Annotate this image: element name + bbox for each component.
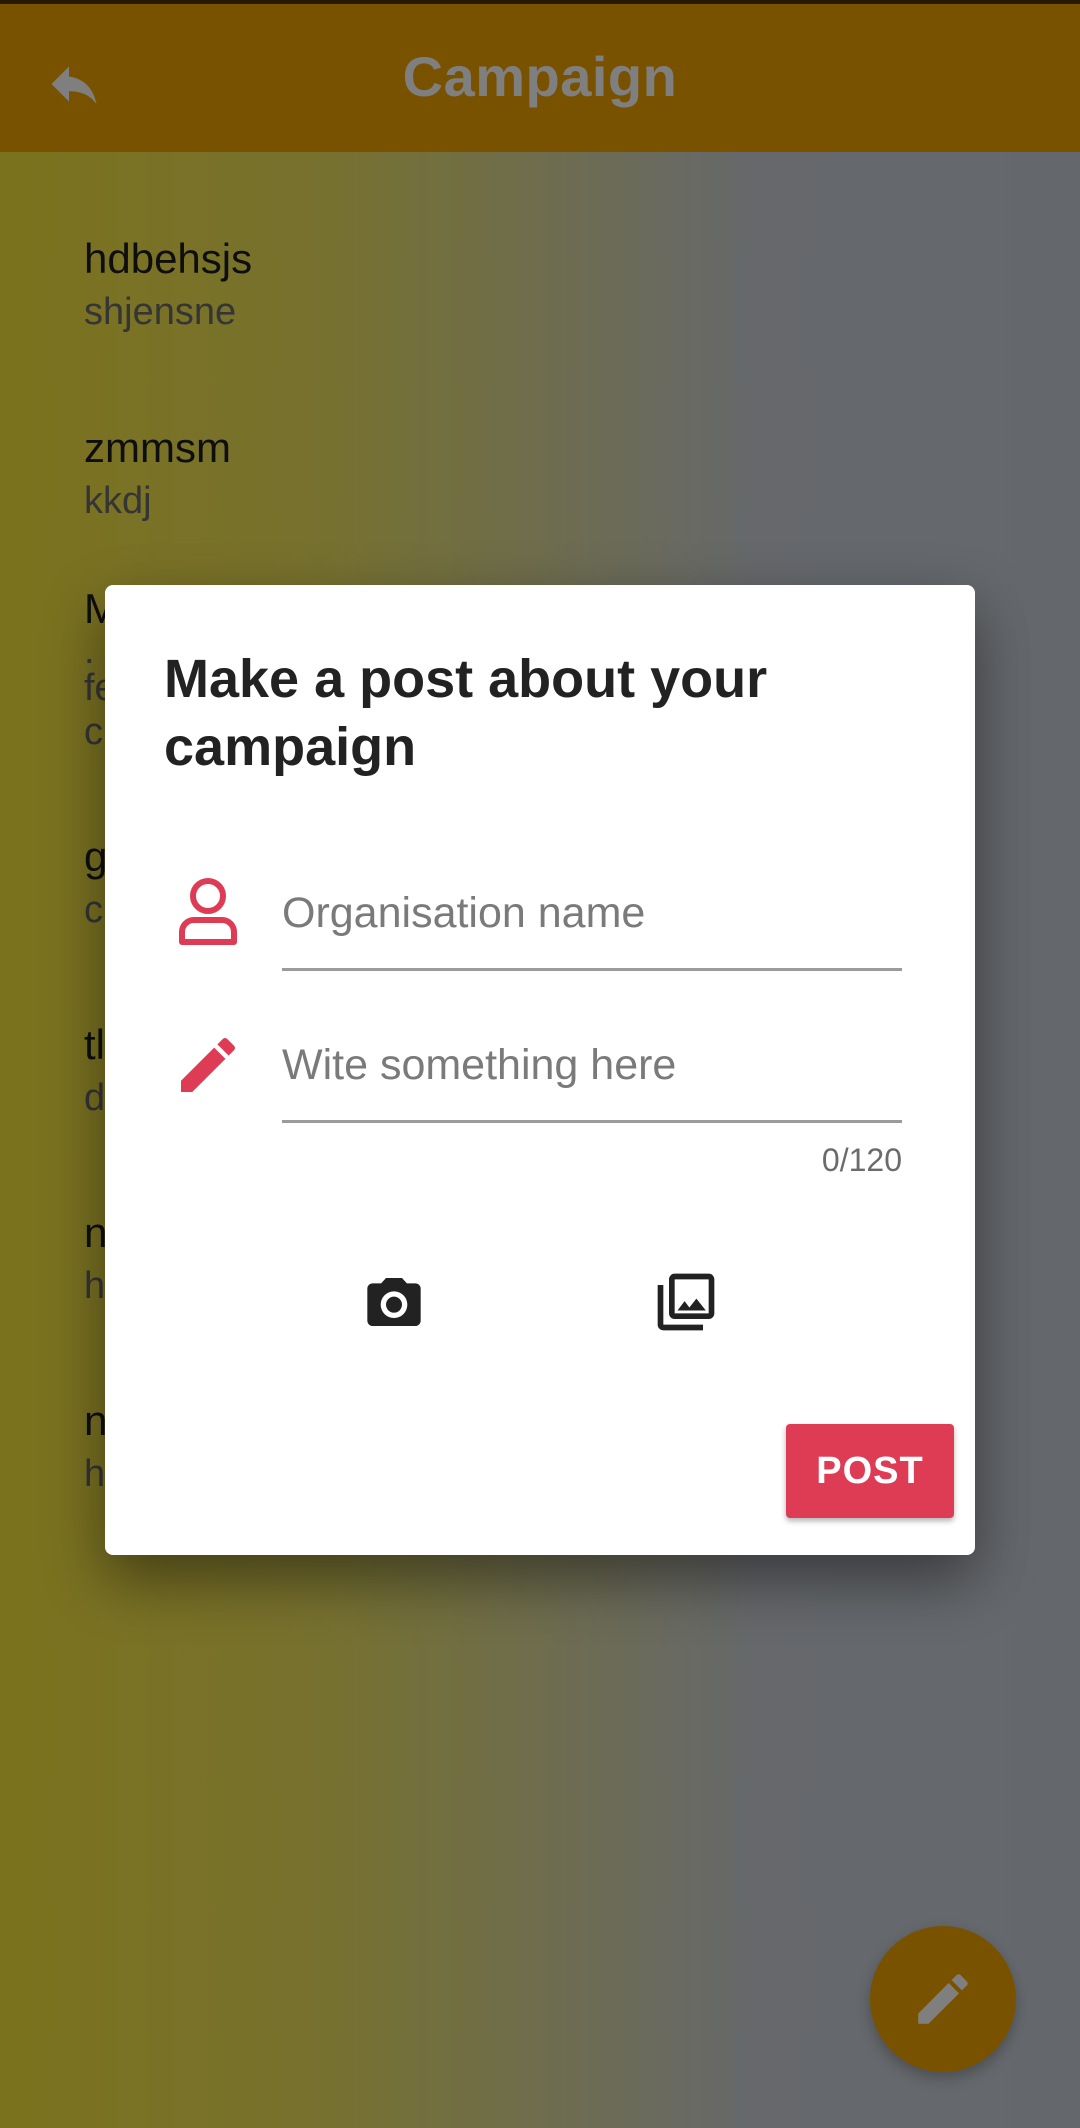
post-dialog: Make a post about your campaign 0/120 PO… bbox=[105, 585, 975, 1555]
pencil-icon bbox=[168, 1025, 248, 1105]
organisation-name-input[interactable] bbox=[282, 889, 902, 938]
post-button[interactable]: POST bbox=[786, 1424, 954, 1518]
person-icon bbox=[168, 871, 248, 951]
camera-button[interactable] bbox=[351, 1259, 437, 1345]
character-counter: 0/120 bbox=[821, 1142, 902, 1178]
photo-library-icon bbox=[657, 1273, 715, 1331]
message-input[interactable] bbox=[282, 1041, 902, 1090]
organisation-name-field[interactable] bbox=[282, 875, 902, 971]
message-field[interactable] bbox=[282, 1027, 902, 1123]
camera-icon bbox=[367, 1278, 421, 1326]
dialog-title: Make a post about your campaign bbox=[164, 649, 768, 777]
gallery-button[interactable] bbox=[643, 1259, 729, 1345]
